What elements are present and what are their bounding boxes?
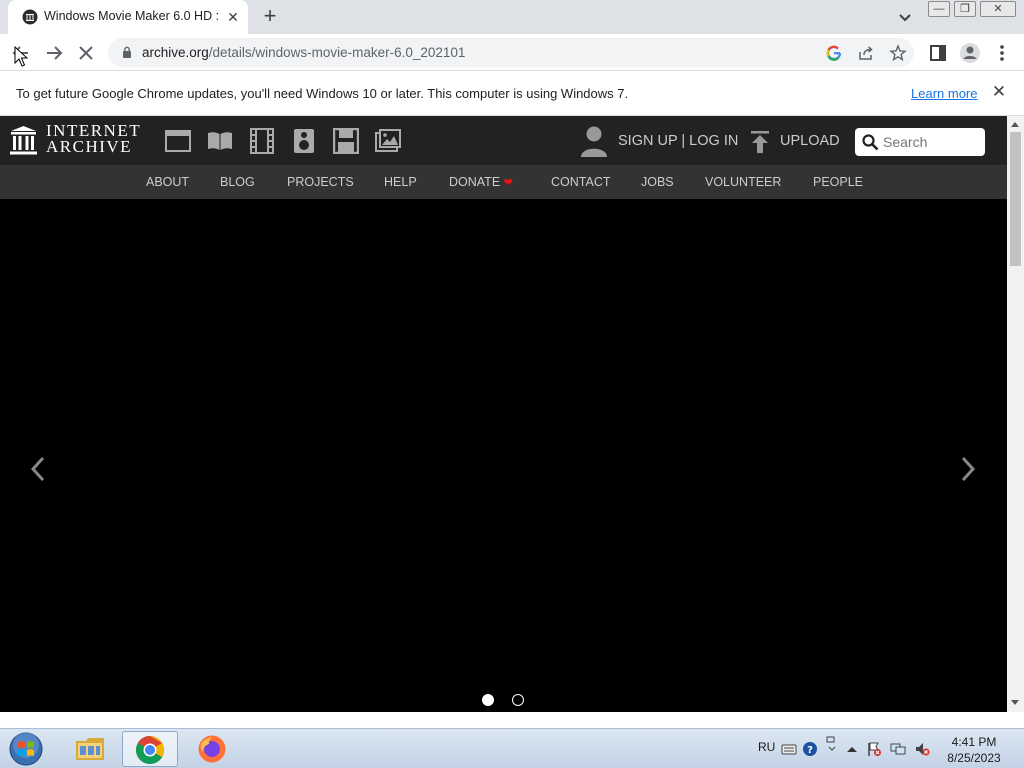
address-bar[interactable]: archive.org/details/windows-movie-maker-… — [108, 38, 914, 67]
carousel-next-chevron-icon[interactable] — [958, 456, 978, 482]
keyboard-icon[interactable] — [781, 741, 797, 757]
close-window-button[interactable]: ✕ — [980, 1, 1016, 17]
browser-toolbar: archive.org/details/windows-movie-maker-… — [0, 34, 1024, 71]
help-question-icon[interactable]: ? — [802, 741, 818, 757]
side-panel-icon[interactable] — [926, 41, 950, 65]
nav-blog[interactable]: BLOG — [220, 175, 255, 189]
network-icon[interactable] — [890, 741, 906, 757]
tab-title: Windows Movie Maker 6.0 HD : — [44, 9, 220, 23]
tab-search-chevron-icon[interactable] — [896, 8, 914, 26]
audio-icon[interactable] — [291, 128, 317, 154]
share-icon[interactable] — [857, 44, 875, 62]
search-input[interactable]: Search — [855, 128, 985, 156]
ia-top-bar: INTERNET ARCHIVE SIGN UP | LOG IN UPLOAD… — [0, 116, 1007, 165]
nav-people[interactable]: PEOPLE — [813, 175, 863, 189]
input-language-indicator[interactable]: RU — [758, 740, 775, 754]
update-infobar: To get future Google Chrome updates, you… — [0, 71, 1024, 116]
nav-contact[interactable]: CONTACT — [551, 175, 611, 189]
page-scrollbar[interactable] — [1007, 116, 1024, 712]
internet-archive-wordmark[interactable]: INTERNET ARCHIVE — [46, 122, 141, 155]
heart-icon: ❤ — [503, 177, 513, 189]
video-icon[interactable] — [249, 128, 275, 154]
forward-arrow-icon[interactable] — [42, 41, 66, 65]
carousel-dot-active[interactable] — [482, 694, 494, 706]
windows-start-orb-icon[interactable] — [6, 731, 46, 767]
kebab-menu-icon[interactable] — [990, 41, 1014, 65]
carousel-dot[interactable] — [512, 694, 524, 706]
show-hidden-icons-chevron-icon[interactable] — [844, 741, 860, 757]
nav-jobs[interactable]: JOBS — [641, 175, 674, 189]
search-placeholder: Search — [883, 134, 928, 150]
infobar-close-icon[interactable]: ✕ — [990, 83, 1008, 101]
ia-nav-bar: ABOUT BLOG PROJECTS HELP DONATE ❤ CONTAC… — [0, 165, 1007, 199]
nav-volunteer[interactable]: VOLUNTEER — [705, 175, 781, 189]
minimize-button[interactable]: — — [928, 1, 950, 17]
upload-icon[interactable] — [751, 131, 769, 153]
user-icon[interactable] — [580, 125, 608, 157]
learn-more-link[interactable]: Learn more — [911, 86, 977, 101]
nav-help[interactable]: HELP — [384, 175, 417, 189]
chrome-icon — [136, 736, 164, 764]
media-carousel — [0, 199, 1007, 712]
action-center-flag-icon[interactable] — [866, 741, 882, 757]
taskbar-explorer[interactable] — [62, 731, 118, 767]
signup-login-link[interactable]: SIGN UP | LOG IN — [618, 133, 738, 149]
scrollbar-thumb[interactable] — [1010, 132, 1021, 266]
mouse-cursor-icon — [14, 46, 28, 67]
upload-link[interactable]: UPLOAD — [780, 133, 840, 149]
taskbar-clock[interactable]: 4:41 PM 8/25/2023 — [940, 734, 1008, 766]
profile-avatar-icon[interactable] — [958, 41, 982, 65]
texts-icon[interactable] — [207, 128, 233, 154]
page-bottom-gap — [0, 712, 1007, 728]
carousel-prev-chevron-icon[interactable] — [28, 456, 48, 482]
volume-muted-icon[interactable] — [914, 741, 930, 757]
images-icon[interactable] — [375, 128, 401, 154]
folder-icon — [76, 738, 104, 760]
taskbar-chrome[interactable] — [122, 731, 178, 767]
new-tab-button[interactable]: + — [258, 5, 282, 29]
nav-projects[interactable]: PROJECTS — [287, 175, 354, 189]
tab-strip: Windows Movie Maker 6.0 HD : ✕ + — ❐ ✕ — [0, 0, 1024, 34]
google-lens-g-icon[interactable] — [825, 44, 843, 62]
firefox-icon — [198, 735, 226, 763]
software-icon[interactable] — [333, 128, 359, 154]
internet-archive-logo-icon[interactable] — [10, 125, 37, 155]
bookmark-star-icon[interactable] — [889, 44, 907, 62]
nav-about[interactable]: ABOUT — [146, 175, 189, 189]
tray-restore-icon[interactable] — [824, 735, 840, 751]
browser-tab[interactable]: Windows Movie Maker 6.0 HD : ✕ — [8, 0, 248, 34]
maximize-button[interactable]: ❐ — [954, 1, 976, 17]
infobar-message: To get future Google Chrome updates, you… — [16, 86, 629, 101]
svg-text:?: ? — [807, 745, 813, 756]
stop-loading-icon[interactable] — [74, 41, 98, 65]
lock-icon[interactable] — [122, 46, 132, 58]
search-icon[interactable] — [862, 134, 879, 151]
web-icon[interactable] — [165, 128, 191, 154]
scroll-up-arrow-icon[interactable] — [1011, 122, 1019, 127]
tab-close-icon[interactable]: ✕ — [224, 8, 242, 26]
scroll-down-arrow-icon[interactable] — [1011, 700, 1019, 705]
nav-donate[interactable]: DONATE ❤ — [449, 175, 513, 189]
taskbar-firefox[interactable] — [184, 731, 240, 767]
url-text[interactable]: archive.org/details/windows-movie-maker-… — [142, 45, 465, 60]
internet-archive-favicon-icon — [22, 9, 38, 25]
windows-taskbar: RU ? 4:41 PM 8/25/2023 — [0, 728, 1024, 768]
web-page: INTERNET ARCHIVE SIGN UP | LOG IN UPLOAD… — [0, 116, 1007, 712]
